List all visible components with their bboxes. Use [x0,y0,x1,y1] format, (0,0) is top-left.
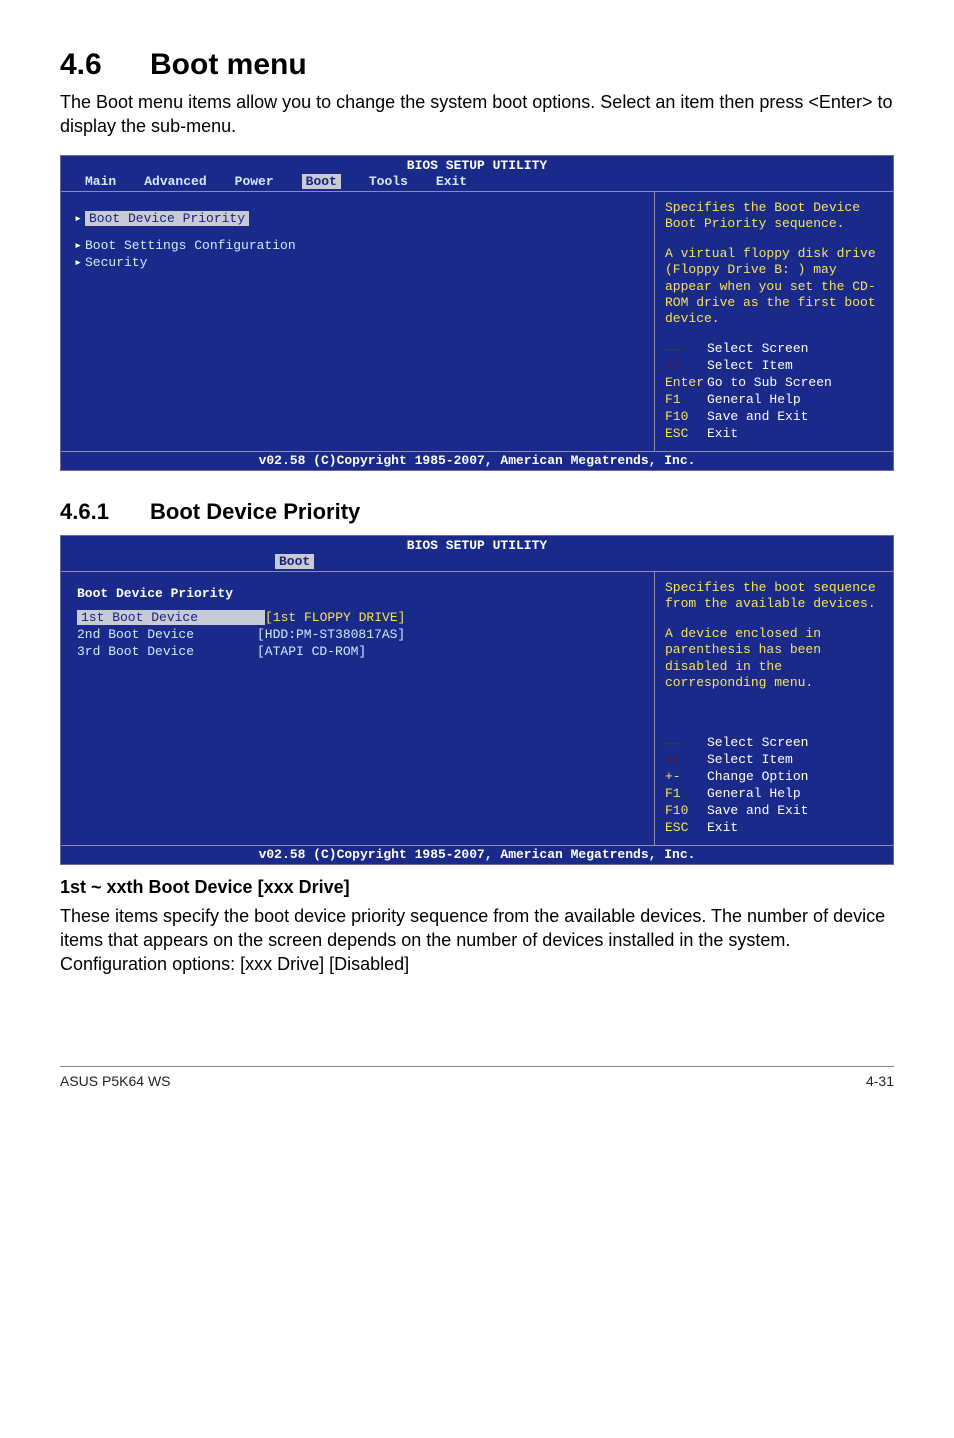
key-symbol: F1 [665,786,707,803]
boot-device-value: [HDD:PM-ST380817AS] [257,627,405,642]
bios-tab-bar: Main Advanced Power Boot Tools Exit [61,174,893,191]
boot-device-value: [1st FLOPPY DRIVE] [265,610,405,625]
help-text-primary: Specifies the Boot Device Boot Priority … [665,200,883,233]
bios-key-legend: ←→Select Screen ↑↓Select Item EnterGo to… [665,341,883,442]
bios-setup-screen-boot-device-priority: BIOS SETUP UTILITY Boot Boot Device Prio… [60,535,894,865]
key-action: Select Item [707,358,793,373]
submenu-arrow-icon: ▸ [71,211,85,226]
help-text-secondary: A device enclosed in parenthesis has bee… [665,626,883,691]
intro-paragraph: The Boot menu items allow you to change … [60,90,894,139]
boot-device-label: 3rd Boot Device [77,644,257,659]
menu-item-label: Security [85,255,147,270]
bios-copyright-footer: v02.58 (C)Copyright 1985-2007, American … [61,451,893,470]
bios-help-pane: Specifies the boot sequence from the ava… [655,572,893,845]
bios-setup-screen-boot-menu: BIOS SETUP UTILITY Main Advanced Power B… [60,155,894,471]
boot-device-row-1[interactable]: 1st Boot Device [1st FLOPPY DRIVE] [71,609,640,626]
section-number: 4.6 [60,48,150,82]
bios-key-legend: ←→Select Screen ↑↓Select Item +-Change O… [665,735,883,836]
key-action: Select Item [707,752,793,767]
bios-left-pane: Boot Device Priority 1st Boot Device [1s… [61,572,655,845]
tab-boot[interactable]: Boot [275,554,314,569]
boot-device-row-3[interactable]: 3rd Boot Device [ATAPI CD-ROM] [71,643,640,660]
page-footer: ASUS P5K64 WS 4-31 [60,1066,894,1089]
key-action: Exit [707,426,738,441]
tab-power[interactable]: Power [235,174,274,189]
key-symbol: ESC [665,426,707,443]
menu-item-boot-settings-configuration[interactable]: ▸ Boot Settings Configuration [71,237,640,254]
tab-advanced[interactable]: Advanced [144,174,206,189]
key-action: Exit [707,820,738,835]
key-symbol: F10 [665,803,707,820]
tab-exit[interactable]: Exit [436,174,467,189]
key-symbol: ESC [665,820,707,837]
boot-device-value: [ATAPI CD-ROM] [257,644,366,659]
key-action: Save and Exit [707,803,808,818]
menu-item-security[interactable]: ▸ Security [71,254,640,271]
bios-left-pane: ▸ Boot Device Priority ▸ Boot Settings C… [61,192,655,451]
key-symbol: +- [665,769,707,786]
key-symbol: ←→ [665,341,707,358]
key-symbol: F1 [665,392,707,409]
menu-item-boot-device-priority[interactable]: ▸ Boot Device Priority [71,210,640,227]
footer-left: ASUS P5K64 WS [60,1073,171,1089]
footer-right: 4-31 [866,1073,894,1089]
boot-device-label: 2nd Boot Device [77,627,257,642]
section-name: Boot menu [150,48,307,81]
submenu-arrow-icon: ▸ [71,255,85,270]
boot-device-label: 1st Boot Device [77,610,265,625]
bios-title: BIOS SETUP UTILITY [61,156,893,174]
tab-main[interactable]: Main [85,174,116,189]
key-symbol: ↑↓ [665,752,707,769]
key-action: Select Screen [707,735,808,750]
option-paragraph: These items specify the boot device prio… [60,904,894,977]
subsection-number: 4.6.1 [60,499,150,525]
key-symbol: ←→ [665,735,707,752]
tab-boot[interactable]: Boot [302,174,341,189]
pane-heading: Boot Device Priority [71,582,640,609]
tab-tools[interactable]: Tools [369,174,408,189]
menu-item-label: Boot Device Priority [85,211,249,226]
subsection-title: 4.6.1Boot Device Priority [60,499,894,525]
bios-copyright-footer: v02.58 (C)Copyright 1985-2007, American … [61,845,893,864]
key-action: Save and Exit [707,409,808,424]
help-text-secondary: A virtual floppy disk drive (Floppy Driv… [665,246,883,327]
key-action: Select Screen [707,341,808,356]
help-text-primary: Specifies the boot sequence from the ava… [665,580,883,613]
section-title: 4.6Boot menu [60,48,894,82]
key-action: General Help [707,392,801,407]
menu-item-label: Boot Settings Configuration [85,238,296,253]
bios-tab-bar: Boot [61,554,893,571]
key-action: Change Option [707,769,808,784]
key-symbol: ↑↓ [665,358,707,375]
key-action: General Help [707,786,801,801]
bios-title: BIOS SETUP UTILITY [61,536,893,554]
bios-help-pane: Specifies the Boot Device Boot Priority … [655,192,893,451]
key-symbol: Enter [665,375,707,392]
key-action: Go to Sub Screen [707,375,832,390]
key-symbol: F10 [665,409,707,426]
option-heading: 1st ~ xxth Boot Device [xxx Drive] [60,877,894,898]
submenu-arrow-icon: ▸ [71,238,85,253]
subsection-name: Boot Device Priority [150,499,360,524]
boot-device-row-2[interactable]: 2nd Boot Device [HDD:PM-ST380817AS] [71,626,640,643]
